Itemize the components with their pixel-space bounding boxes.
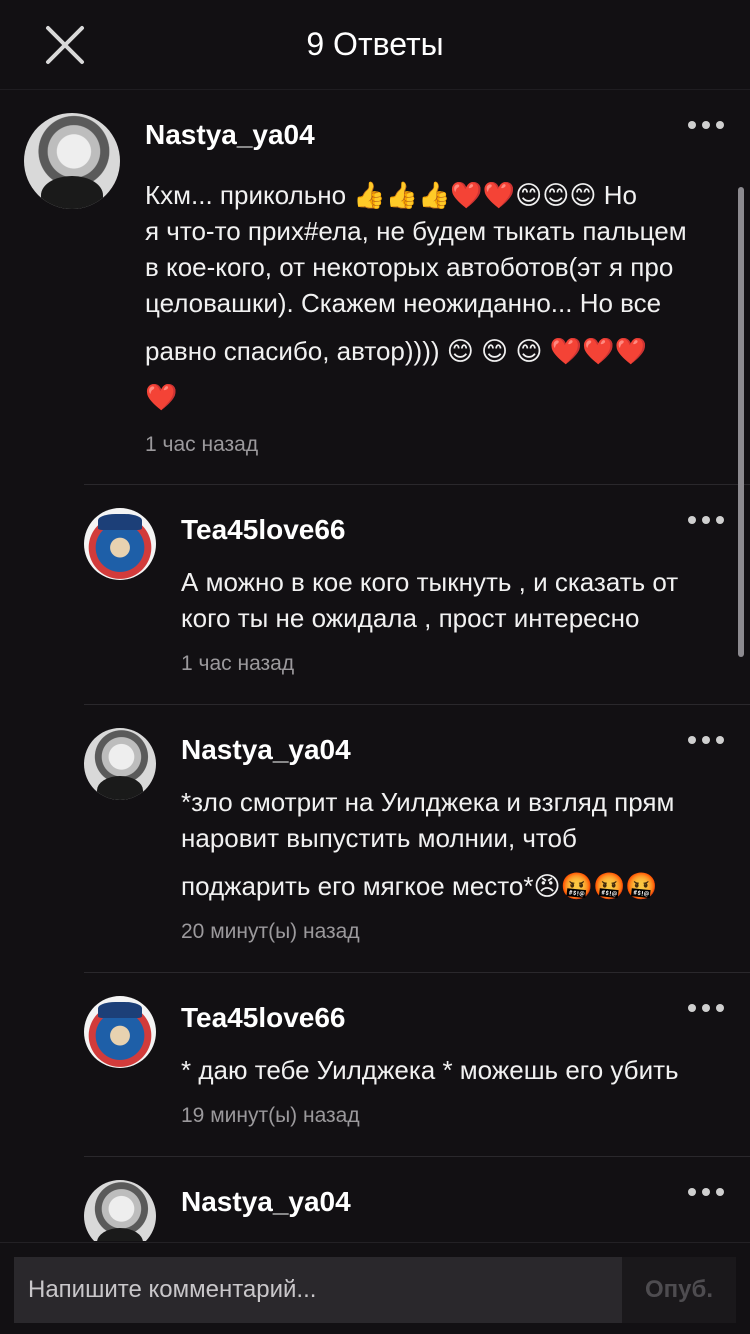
- comment-text-line: поджарить его мягкое место*😠🤬🤬🤬: [181, 871, 658, 901]
- avatar[interactable]: [84, 728, 156, 800]
- comment-text-line: ❤️: [145, 382, 178, 412]
- comment-timestamp: 20 минут(ы) назад: [181, 920, 360, 943]
- divider: [84, 972, 750, 973]
- comment-text-line: я что-то прих#ела, не будем тыкать пальц…: [145, 216, 687, 246]
- comment-timestamp: 19 минут(ы) назад: [181, 1104, 360, 1127]
- comment-text-line: * даю тебе Уилджека * можешь его убить: [181, 1055, 679, 1085]
- comment-text-line: Кхм... прикольно 👍👍👍❤️❤️😊😊😊 Но: [145, 180, 637, 210]
- more-options-icon[interactable]: [686, 1000, 726, 1016]
- comment-text-line: равно спасибо, автор)))) 😊 😊 😊 ❤️❤️❤️: [145, 336, 647, 366]
- avatar[interactable]: [84, 996, 156, 1068]
- publish-button[interactable]: Опуб.: [622, 1257, 736, 1323]
- comment-username[interactable]: Nastya_ya04: [181, 734, 351, 766]
- more-options-icon[interactable]: [686, 117, 726, 133]
- comment-text-line: в кое-кого, от некоторых автоботов(эт я …: [145, 252, 674, 282]
- reply-item: Tea45love66 * даю тебе Уилджека * можешь…: [0, 972, 750, 1156]
- divider: [84, 1156, 750, 1157]
- comment-text-line: *зло смотрит на Уилджека и взгляд прям: [181, 787, 675, 817]
- scrollbar[interactable]: [738, 187, 744, 657]
- avatar[interactable]: [84, 508, 156, 580]
- comment-text: А можно в кое кого тыкнуть , и сказать о…: [181, 564, 741, 636]
- comment-timestamp: 1 час назад: [145, 433, 259, 456]
- more-options-icon[interactable]: [686, 732, 726, 748]
- comment-text-line: А можно в кое кого тыкнуть , и сказать о…: [181, 567, 679, 597]
- reply-item: Tea45love66 А можно в кое кого тыкнуть ,…: [0, 484, 750, 704]
- comment-username[interactable]: Tea45love66: [181, 514, 346, 546]
- more-options-icon[interactable]: [686, 512, 726, 528]
- comment-username[interactable]: Tea45love66: [181, 1002, 346, 1034]
- reply-item: Nastya_ya04: [0, 1156, 750, 1241]
- page-title: 9 Ответы: [306, 26, 444, 62]
- comment-text: *зло смотрит на Уилджека и взгляд прям н…: [181, 784, 741, 904]
- comment-text: Кхм... прикольно 👍👍👍❤️❤️😊😊😊 Но я что-то …: [145, 177, 735, 417]
- comment-username[interactable]: Nastya_ya04: [145, 119, 315, 151]
- comment-text: * даю тебе Уилджека * можешь его убить: [181, 1052, 741, 1088]
- replies-thread[interactable]: Nastya_ya04 Кхм... прикольно 👍👍👍❤️❤️😊😊😊 …: [0, 91, 750, 1241]
- reply-item: Nastya_ya04 *зло смотрит на Уилджека и в…: [0, 704, 750, 972]
- close-icon[interactable]: [40, 20, 90, 70]
- comment-item: Nastya_ya04 Кхм... прикольно 👍👍👍❤️❤️😊😊😊 …: [0, 91, 750, 484]
- divider: [84, 704, 750, 705]
- comment-text-line: кого ты не ожидала , прост интересно: [181, 603, 640, 633]
- comment-input[interactable]: [14, 1257, 622, 1323]
- avatar[interactable]: [24, 113, 120, 209]
- divider: [84, 484, 750, 485]
- more-options-icon[interactable]: [686, 1184, 726, 1200]
- comment-composer: Опуб.: [0, 1242, 750, 1334]
- comment-text-line: наровит выпустить молнии, чтоб: [181, 823, 577, 853]
- header-bar: 9 Ответы: [0, 0, 750, 90]
- comment-timestamp: 1 час назад: [181, 652, 295, 675]
- comment-username[interactable]: Nastya_ya04: [181, 1186, 351, 1218]
- comment-text-line: целовашки). Скажем неожиданно... Но все: [145, 288, 662, 318]
- avatar[interactable]: [84, 1180, 156, 1241]
